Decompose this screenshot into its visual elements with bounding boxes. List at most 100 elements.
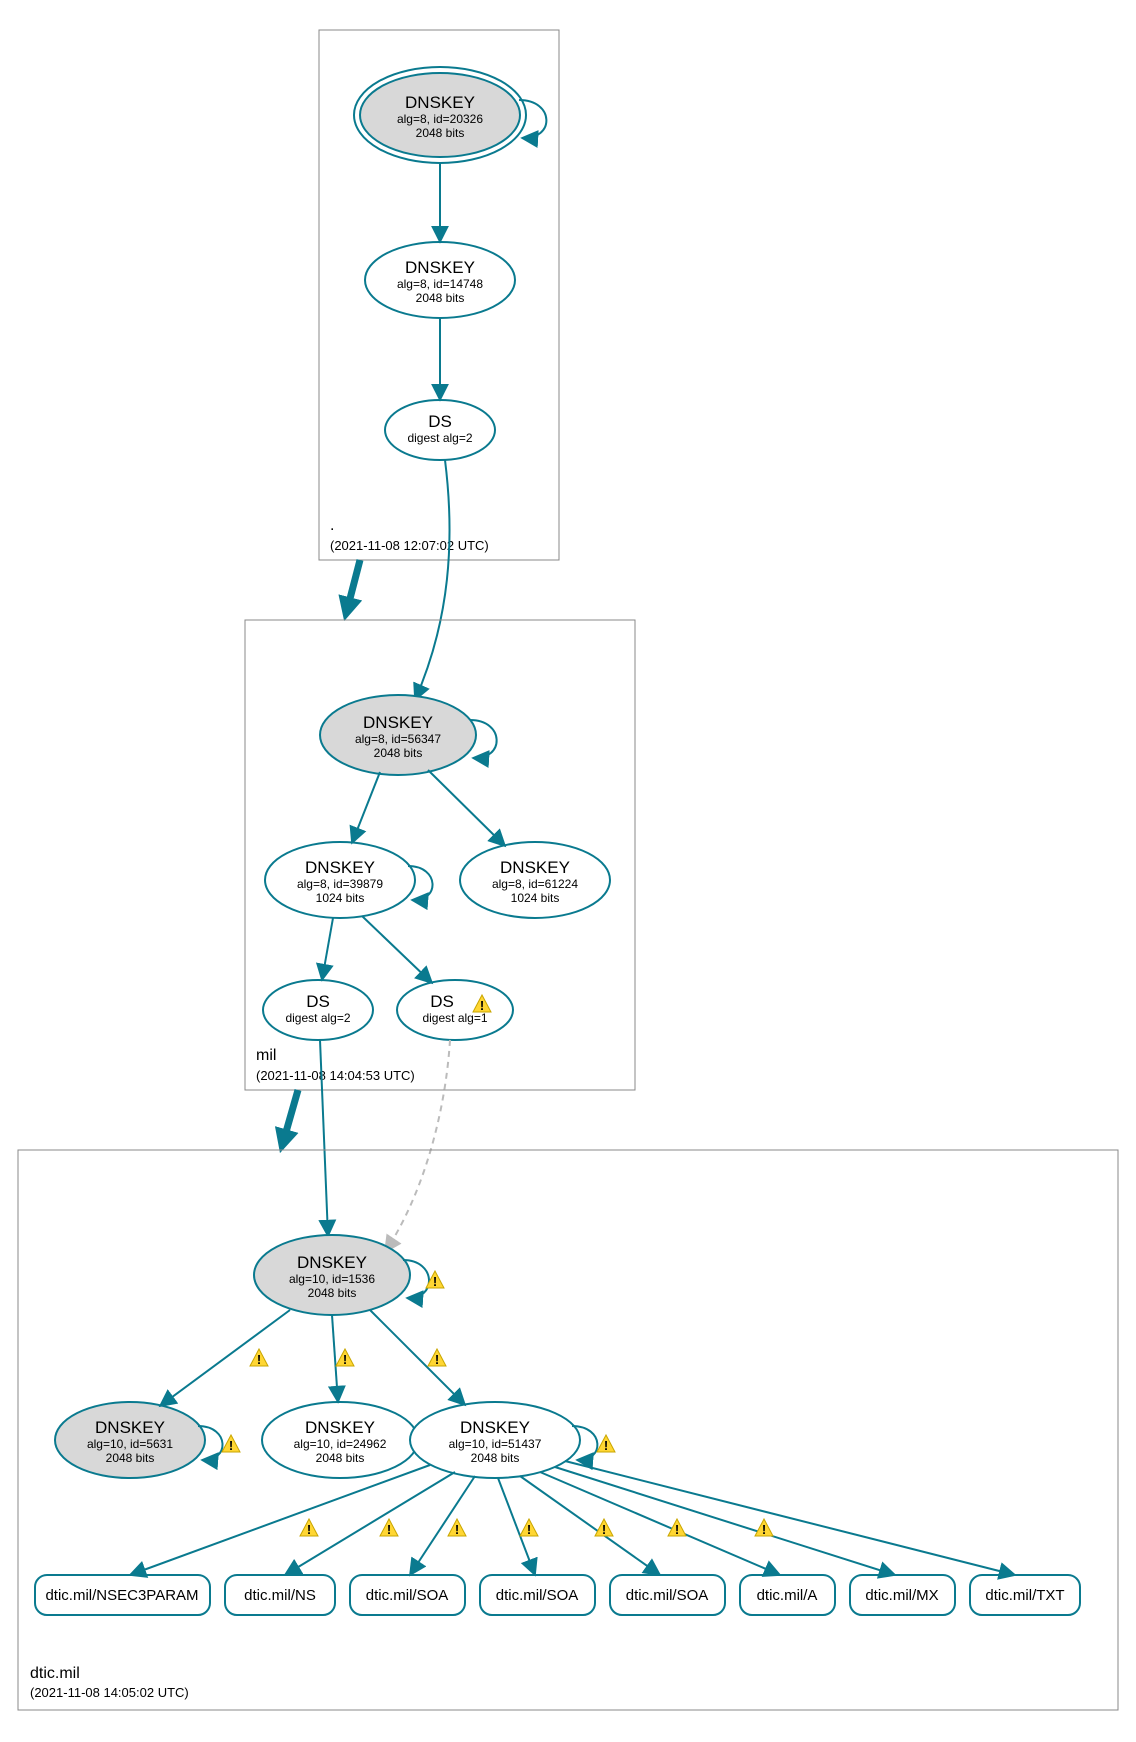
- svg-text:!: !: [762, 1522, 766, 1537]
- svg-text:!: !: [480, 998, 484, 1013]
- svg-text:1024 bits: 1024 bits: [316, 891, 365, 905]
- svg-text:dtic.mil/MX: dtic.mil/MX: [865, 1587, 938, 1604]
- svg-text:DNSKEY: DNSKEY: [305, 858, 375, 877]
- svg-text:DNSKEY: DNSKEY: [500, 858, 570, 877]
- zone-mil-time: (2021-11-08 14:04:53 UTC): [256, 1068, 415, 1083]
- edge-mil-zsk1-ds2: [362, 916, 432, 983]
- edge-mil-ksk-zsk1: [352, 772, 380, 843]
- svg-text:alg=10, id=24962: alg=10, id=24962: [294, 1437, 387, 1451]
- rrset-a[interactable]: dtic.mil/A: [740, 1575, 835, 1615]
- warning-icon: !: [595, 1519, 613, 1537]
- svg-text:!: !: [307, 1522, 311, 1537]
- rrset-txt[interactable]: dtic.mil/TXT: [970, 1575, 1080, 1615]
- node-root-ds[interactable]: DS digest alg=2: [385, 400, 495, 460]
- svg-text:!: !: [387, 1522, 391, 1537]
- warning-icon: !: [597, 1435, 615, 1453]
- node-dtic-dnskey-24962[interactable]: DNSKEY alg=10, id=24962 2048 bits: [262, 1402, 418, 1478]
- edge-k3-r7: [565, 1461, 1015, 1575]
- rrset-soa-3[interactable]: dtic.mil/SOA: [610, 1575, 725, 1615]
- svg-text:alg=10, id=5631: alg=10, id=5631: [87, 1437, 173, 1451]
- svg-text:dtic.mil/NS: dtic.mil/NS: [244, 1587, 316, 1604]
- rrset-nsec3param[interactable]: dtic.mil/NSEC3PARAM: [35, 1575, 210, 1615]
- edge-k3-r6: [555, 1467, 895, 1575]
- node-dtic-dnskey-1536[interactable]: DNSKEY alg=10, id=1536 2048 bits: [254, 1235, 410, 1315]
- rrset-soa-2[interactable]: dtic.mil/SOA: [480, 1575, 595, 1615]
- node-dtic-dnskey-5631[interactable]: DNSKEY alg=10, id=5631 2048 bits: [55, 1402, 205, 1478]
- edge-k3-r2: [410, 1476, 475, 1575]
- svg-text:digest alg=2: digest alg=2: [407, 431, 472, 445]
- svg-text:dtic.mil/SOA: dtic.mil/SOA: [496, 1587, 579, 1604]
- zone-dtic-time: (2021-11-08 14:05:02 UTC): [30, 1685, 189, 1700]
- svg-text:!: !: [675, 1522, 679, 1537]
- svg-text:DNSKEY: DNSKEY: [363, 713, 433, 732]
- svg-text:DNSKEY: DNSKEY: [95, 1418, 165, 1437]
- svg-text:DNSKEY: DNSKEY: [305, 1418, 375, 1437]
- svg-text:2048 bits: 2048 bits: [416, 126, 465, 140]
- warning-icon: !: [448, 1519, 466, 1537]
- warning-icon: !: [250, 1349, 268, 1367]
- svg-text:DNSKEY: DNSKEY: [405, 258, 475, 277]
- node-mil-ds-alg2[interactable]: DS digest alg=2: [263, 980, 373, 1040]
- svg-text:DNSKEY: DNSKEY: [460, 1418, 530, 1437]
- warning-icon: !: [222, 1435, 240, 1453]
- edge-root-ds-milksk: [415, 460, 450, 700]
- svg-text:!: !: [433, 1274, 437, 1289]
- svg-text:dtic.mil/A: dtic.mil/A: [757, 1587, 818, 1604]
- warning-icon: !: [300, 1519, 318, 1537]
- edge-deleg-root-mil: [346, 560, 360, 614]
- warning-icon: !: [336, 1349, 354, 1367]
- svg-text:alg=8, id=61224: alg=8, id=61224: [492, 877, 578, 891]
- zone-root-label: .: [330, 517, 334, 534]
- svg-text:DNSKEY: DNSKEY: [405, 93, 475, 112]
- edge-dtic-ksk-k2: [332, 1315, 338, 1402]
- rrset-ns[interactable]: dtic.mil/NS: [225, 1575, 335, 1615]
- svg-text:alg=10, id=51437: alg=10, id=51437: [449, 1437, 542, 1451]
- svg-text:2048 bits: 2048 bits: [471, 1451, 520, 1465]
- svg-text:2048 bits: 2048 bits: [106, 1451, 155, 1465]
- zone-mil-label: mil: [256, 1047, 276, 1064]
- node-dtic-dnskey-51437[interactable]: DNSKEY alg=10, id=51437 2048 bits: [410, 1402, 580, 1478]
- node-root-dnskey-14748[interactable]: DNSKEY alg=8, id=14748 2048 bits: [365, 242, 515, 318]
- svg-text:!: !: [604, 1438, 608, 1453]
- svg-text:alg=8, id=56347: alg=8, id=56347: [355, 732, 441, 746]
- edge-dtic-ksk-k1: [160, 1310, 290, 1406]
- edge-mil-zsk1-ds1: [322, 918, 333, 980]
- svg-text:2048 bits: 2048 bits: [316, 1451, 365, 1465]
- rrset-soa-1[interactable]: dtic.mil/SOA: [350, 1575, 465, 1615]
- self-loop-root-ksk: [519, 100, 546, 138]
- node-mil-ds-alg1[interactable]: DS digest alg=1: [397, 980, 513, 1040]
- edge-mil-ksk-zsk2: [428, 770, 505, 846]
- warning-icon: !: [380, 1519, 398, 1537]
- node-mil-dnskey-39879[interactable]: DNSKEY alg=8, id=39879 1024 bits: [265, 842, 415, 918]
- edge-deleg-mil-dtic: [282, 1090, 298, 1146]
- svg-text:alg=8, id=14748: alg=8, id=14748: [397, 277, 483, 291]
- node-mil-dnskey-56347[interactable]: DNSKEY alg=8, id=56347 2048 bits: [320, 695, 476, 775]
- warning-icon: !: [755, 1519, 773, 1537]
- svg-text:2048 bits: 2048 bits: [308, 1286, 357, 1300]
- svg-text:!: !: [435, 1352, 439, 1367]
- edge-k3-r0: [130, 1465, 430, 1575]
- edge-k3-r5: [540, 1472, 780, 1575]
- svg-text:dtic.mil/TXT: dtic.mil/TXT: [985, 1587, 1064, 1604]
- svg-text:!: !: [343, 1352, 347, 1367]
- svg-text:DS: DS: [306, 992, 330, 1011]
- node-root-dnskey-20326[interactable]: DNSKEY alg=8, id=20326 2048 bits: [354, 67, 526, 163]
- svg-text:1024 bits: 1024 bits: [511, 891, 560, 905]
- zone-dtic-label: dtic.mil: [30, 1665, 80, 1682]
- svg-text:!: !: [527, 1522, 531, 1537]
- svg-text:digest alg=2: digest alg=2: [285, 1011, 350, 1025]
- edge-k3-r4: [520, 1476, 660, 1575]
- edge-dtic-ksk-k3: [370, 1310, 465, 1405]
- warning-icon: !: [428, 1349, 446, 1367]
- svg-text:!: !: [602, 1522, 606, 1537]
- svg-text:!: !: [257, 1352, 261, 1367]
- svg-text:!: !: [455, 1522, 459, 1537]
- zone-root-time: (2021-11-08 12:07:02 UTC): [330, 538, 489, 553]
- rrset-mx[interactable]: dtic.mil/MX: [850, 1575, 955, 1615]
- svg-text:dtic.mil/SOA: dtic.mil/SOA: [626, 1587, 709, 1604]
- node-mil-dnskey-61224[interactable]: DNSKEY alg=8, id=61224 1024 bits: [460, 842, 610, 918]
- svg-text:DNSKEY: DNSKEY: [297, 1253, 367, 1272]
- svg-text:!: !: [229, 1438, 233, 1453]
- svg-text:alg=8, id=39879: alg=8, id=39879: [297, 877, 383, 891]
- warning-icon: !: [520, 1519, 538, 1537]
